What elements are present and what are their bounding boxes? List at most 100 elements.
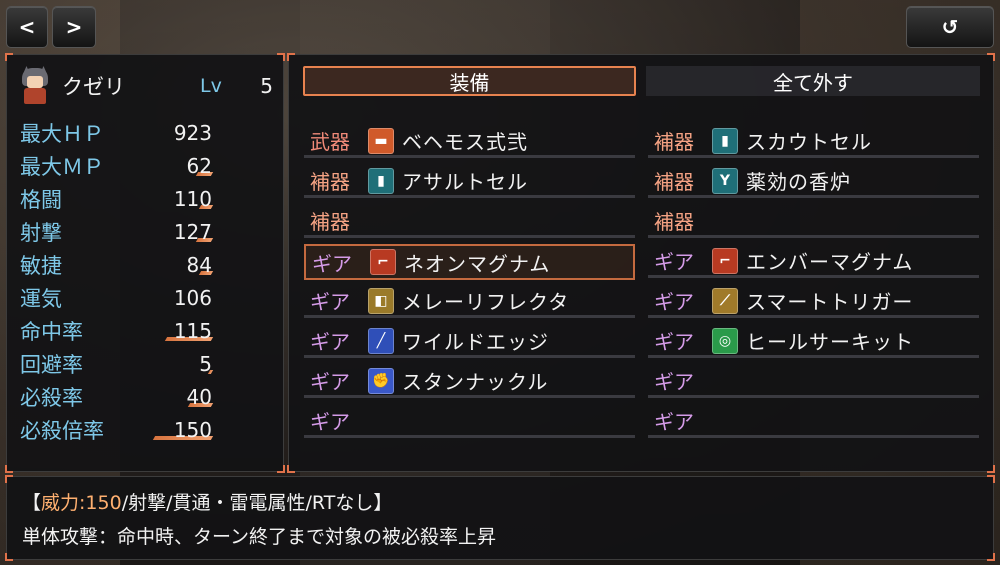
- stat-label: 格闘: [20, 187, 62, 212]
- equipment-slot[interactable]: ギア: [304, 406, 635, 438]
- stat-row: 格闘 110: [20, 182, 270, 215]
- equipment-slot[interactable]: ギア ◎ ヒールサーキット: [648, 326, 979, 358]
- stat-label: 必殺率: [20, 385, 83, 410]
- circuit-icon: ◎: [712, 327, 738, 354]
- stat-value-text: 40: [186, 384, 212, 409]
- equipment-slot[interactable]: ギア ⟋ スマートトリガー: [648, 286, 979, 318]
- stat-label: 回避率: [20, 352, 83, 377]
- stat-value-text: 106: [173, 285, 212, 310]
- stat-value: 40: [150, 384, 214, 409]
- slot-type: ギア: [654, 410, 694, 434]
- level-value: 5: [260, 74, 273, 98]
- remove-all-command-label: 全て外す: [773, 70, 853, 95]
- stat-row: 射撃 127: [20, 215, 270, 248]
- remove-all-command[interactable]: 全て外す: [646, 66, 980, 96]
- return-arrow-icon: ↺: [941, 15, 959, 39]
- slot-item-name: スマートトリガー: [746, 290, 914, 314]
- revolver-icon: ⌐: [712, 247, 738, 274]
- equipment-slot[interactable]: 補器 ▮ スカウトセル: [648, 126, 979, 158]
- character-avatar: [18, 66, 52, 106]
- slot-item-name: スカウトセル: [746, 130, 872, 154]
- stat-value: 110: [150, 187, 214, 211]
- slot-item-name: ヒールサーキット: [746, 330, 914, 354]
- stat-label: 射撃: [20, 220, 62, 245]
- stat-value: 923: [150, 121, 214, 145]
- equipment-slot[interactable]: 武器 ▬ ベヘモス式弐: [304, 126, 635, 158]
- stat-label: 敏捷: [20, 253, 62, 278]
- slot-type: ギア: [310, 290, 350, 314]
- equipment-slot[interactable]: ギア ⌐ エンバーマグナム: [648, 246, 979, 278]
- slot-type: 補器: [654, 210, 694, 234]
- equip-command[interactable]: 装備: [303, 66, 636, 96]
- stat-value-text: 127: [173, 219, 212, 244]
- slot-type: ギア: [654, 370, 694, 394]
- slot-type: ギア: [654, 290, 694, 314]
- help-bracket: 【: [22, 492, 42, 514]
- slot-item-name: メレーリフレクタ: [402, 290, 570, 314]
- power-value: 150: [85, 492, 122, 514]
- trigger-icon: ⟋: [712, 287, 738, 314]
- level-label: Lv: [200, 75, 222, 97]
- stat-value-text: 150: [173, 417, 212, 442]
- item-stats-line: 【威力:150/射撃/貫通・雷電属性/RTなし】: [22, 488, 392, 515]
- chevron-left-icon: <: [18, 15, 36, 39]
- cell-icon: ▮: [712, 127, 738, 154]
- slot-item-name: ワイルドエッジ: [402, 330, 549, 354]
- stat-value: 115: [150, 318, 214, 343]
- stat-label: 必殺倍率: [20, 418, 104, 443]
- equipment-slot[interactable]: ギア ✊ スタンナックル: [304, 366, 635, 398]
- equipment-slot[interactable]: ギア ⌐ ネオンマグナム: [304, 244, 635, 280]
- cell-icon: ▮: [368, 167, 394, 194]
- slot-type: 補器: [310, 210, 350, 234]
- stat-label: 最大ＭＰ: [20, 154, 104, 179]
- equipment-slot[interactable]: ギア: [648, 366, 979, 398]
- stat-label: 命中率: [20, 319, 83, 344]
- item-description: 単体攻撃：命中時、ターン終了まで対象の被必殺率上昇: [22, 526, 497, 548]
- slot-type: 補器: [654, 170, 694, 194]
- stat-value-text: 84: [186, 252, 212, 277]
- censer-icon: Y: [712, 167, 738, 194]
- slot-type: 補器: [310, 170, 350, 194]
- slot-type: ギア: [310, 370, 350, 394]
- equipment-slot[interactable]: 補器: [304, 206, 635, 238]
- equipment-slot[interactable]: ギア ╱ ワイルドエッジ: [304, 326, 635, 358]
- prev-character-button[interactable]: <: [6, 6, 48, 48]
- stat-label: 運気: [20, 286, 62, 311]
- chevron-right-icon: >: [65, 15, 83, 39]
- stat-row: 運気 106: [20, 281, 270, 314]
- power-label: 威力:: [41, 492, 86, 514]
- back-button[interactable]: ↺: [906, 6, 994, 48]
- slot-item-name: 薬効の香炉: [746, 170, 851, 194]
- stat-row: 最大ＨＰ 923: [20, 116, 270, 149]
- stat-value: 127: [150, 219, 214, 244]
- stat-value-text: 115: [173, 318, 212, 343]
- stat-value: 5: [150, 352, 214, 376]
- equipment-slot[interactable]: ギア: [648, 406, 979, 438]
- equipment-slot[interactable]: ギア ◧ メレーリフレクタ: [304, 286, 635, 318]
- sword-icon: ╱: [368, 327, 394, 354]
- stat-row: 命中率 115: [20, 314, 270, 347]
- stat-value: 150: [150, 417, 214, 442]
- next-character-button[interactable]: >: [52, 6, 96, 48]
- revolver-icon: ⌐: [370, 249, 396, 275]
- slot-type: 武器: [310, 130, 350, 154]
- equipment-slot[interactable]: 補器: [648, 206, 979, 238]
- slot-item-name: ネオンマグナム: [404, 251, 551, 276]
- stat-value: 84: [150, 252, 214, 277]
- slot-item-name: ベヘモス式弐: [402, 130, 528, 154]
- slot-type: ギア: [654, 330, 694, 354]
- slot-type: 補器: [654, 130, 694, 154]
- item-attributes: /射撃/貫通・雷電属性/RTなし】: [121, 492, 393, 514]
- stat-value-text: 62: [186, 153, 212, 178]
- slot-type: ギア: [310, 330, 350, 354]
- slot-item-name: スタンナックル: [402, 370, 549, 394]
- equip-command-label: 装備: [449, 70, 490, 95]
- stat-row: 回避率 5: [20, 347, 270, 380]
- equipment-slot[interactable]: 補器 ▮ アサルトセル: [304, 166, 635, 198]
- slot-type: ギア: [312, 251, 352, 276]
- stat-row: 必殺倍率 150: [20, 413, 270, 446]
- reflector-icon: ◧: [368, 287, 394, 314]
- character-header: クゼリ Lv 5: [18, 64, 283, 108]
- equipment-slot[interactable]: 補器 Y 薬効の香炉: [648, 166, 979, 198]
- slot-item-name: エンバーマグナム: [746, 250, 914, 274]
